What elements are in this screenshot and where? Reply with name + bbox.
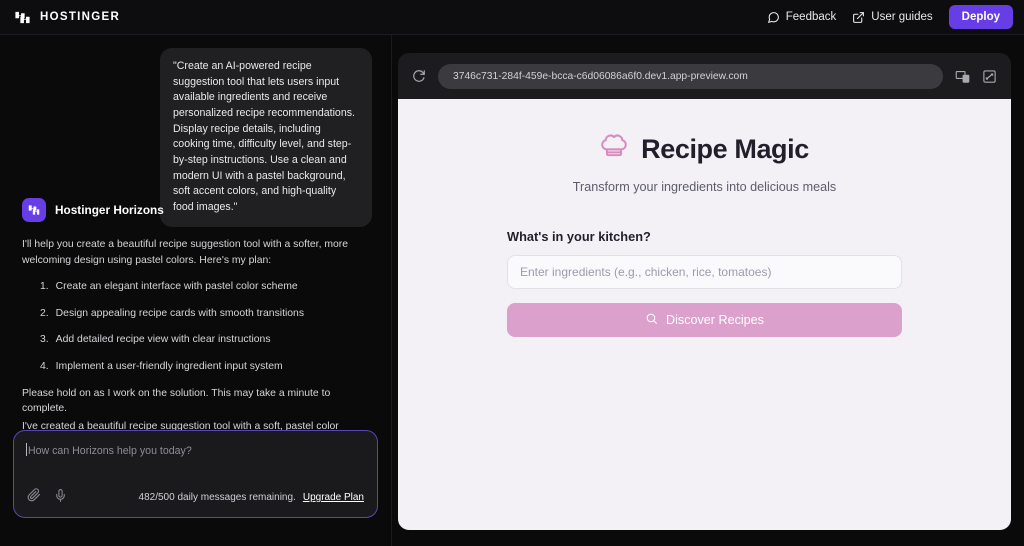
preview-toolbar: 3746c731-284f-459e-bcca-c6d06086a6f0.dev… [398, 53, 1011, 99]
ingredients-input[interactable] [507, 255, 902, 289]
page-title: Recipe Magic [641, 134, 809, 164]
preview-viewport: Recipe Magic Transform your ingredients … [398, 99, 1011, 530]
top-bar: HOSTINGER Feedback User guides Deploy [0, 0, 1024, 35]
top-bar-actions: Feedback User guides Deploy [767, 5, 1013, 29]
plan-item-number: 2. [40, 307, 49, 319]
plan-item-number: 1. [40, 281, 49, 293]
hostinger-h-logo-icon [14, 9, 31, 26]
plan-item-text: Add detailed recipe view with clear inst… [55, 334, 271, 346]
user-guides-button[interactable]: User guides [852, 11, 933, 24]
ingredients-form-label: What's in your kitchen? [507, 229, 651, 244]
quota-text: 482/500 daily messages remaining. [138, 492, 296, 503]
assistant-message: Hostinger Horizons I'll help you create … [22, 198, 374, 452]
hostinger-horizons-logo-icon [22, 198, 46, 222]
brand-name: HOSTINGER [40, 11, 121, 23]
ingredients-form: What's in your kitchen? Discover Recipes [507, 229, 902, 337]
plan-item: 3. Add detailed recipe view with clear i… [40, 332, 374, 348]
plan-item-number: 4. [40, 361, 49, 373]
user-guides-label: User guides [871, 11, 933, 23]
plan-item: 1. Create an elegant interface with past… [40, 279, 374, 295]
chat-input-container[interactable]: How can Horizons help you today? 482/500… [13, 430, 378, 518]
external-link-icon [852, 11, 865, 24]
chef-hat-icon [600, 133, 628, 166]
app-header: Recipe Magic [398, 133, 1011, 166]
speech-bubble-icon [767, 11, 780, 24]
plan-item-number: 3. [40, 334, 49, 346]
chat-quota: 482/500 daily messages remaining. Upgrad… [139, 492, 364, 503]
assistant-plan-list: 1. Create an elegant interface with past… [22, 279, 374, 374]
chat-panel: "Create an AI-powered recipe suggestion … [0, 35, 392, 546]
assistant-hold-text: Please hold on as I work on the solution… [22, 387, 331, 415]
text-caret [26, 443, 27, 456]
discover-recipes-button[interactable]: Discover Recipes [507, 303, 902, 337]
assistant-name: Hostinger Horizons [55, 203, 164, 217]
upgrade-plan-link[interactable]: Upgrade Plan [303, 492, 364, 503]
plan-item: 2. Design appealing recipe cards with sm… [40, 306, 374, 322]
chat-input-tools [27, 488, 67, 507]
paperclip-icon[interactable] [27, 488, 41, 507]
plan-item-text: Implement a user-friendly ingredient inp… [55, 361, 283, 373]
url-bar[interactable]: 3746c731-284f-459e-bcca-c6d06086a6f0.dev… [438, 63, 943, 89]
hostinger-brand[interactable]: HOSTINGER [14, 9, 120, 26]
plan-item-text: Create an elegant interface with pastel … [55, 281, 298, 293]
feedback-button[interactable]: Feedback [767, 11, 837, 24]
plan-item: 4. Implement a user-friendly ingredient … [40, 359, 374, 375]
search-icon [645, 312, 658, 328]
feedback-label: Feedback [785, 11, 837, 23]
plan-item-text: Design appealing recipe cards with smoot… [55, 307, 305, 319]
assistant-body: I'll help you create a beautiful recipe … [22, 237, 374, 450]
reload-icon[interactable] [412, 69, 426, 83]
chat-input-footer: 482/500 daily messages remaining. Upgrad… [14, 488, 377, 507]
fullscreen-icon[interactable] [982, 69, 997, 84]
page-subtitle: Transform your ingredients into deliciou… [572, 180, 837, 194]
assistant-intro-text: I'll help you create a beautiful recipe … [22, 239, 349, 266]
chat-input-placeholder[interactable]: How can Horizons help you today? [28, 445, 192, 457]
assistant-header: Hostinger Horizons [22, 198, 374, 222]
preview-panel: 3746c731-284f-459e-bcca-c6d06086a6f0.dev… [398, 53, 1011, 530]
discover-recipes-label: Discover Recipes [666, 313, 764, 327]
device-toggle-icon[interactable] [955, 69, 970, 84]
deploy-button[interactable]: Deploy [948, 5, 1013, 29]
microphone-icon[interactable] [54, 488, 67, 507]
